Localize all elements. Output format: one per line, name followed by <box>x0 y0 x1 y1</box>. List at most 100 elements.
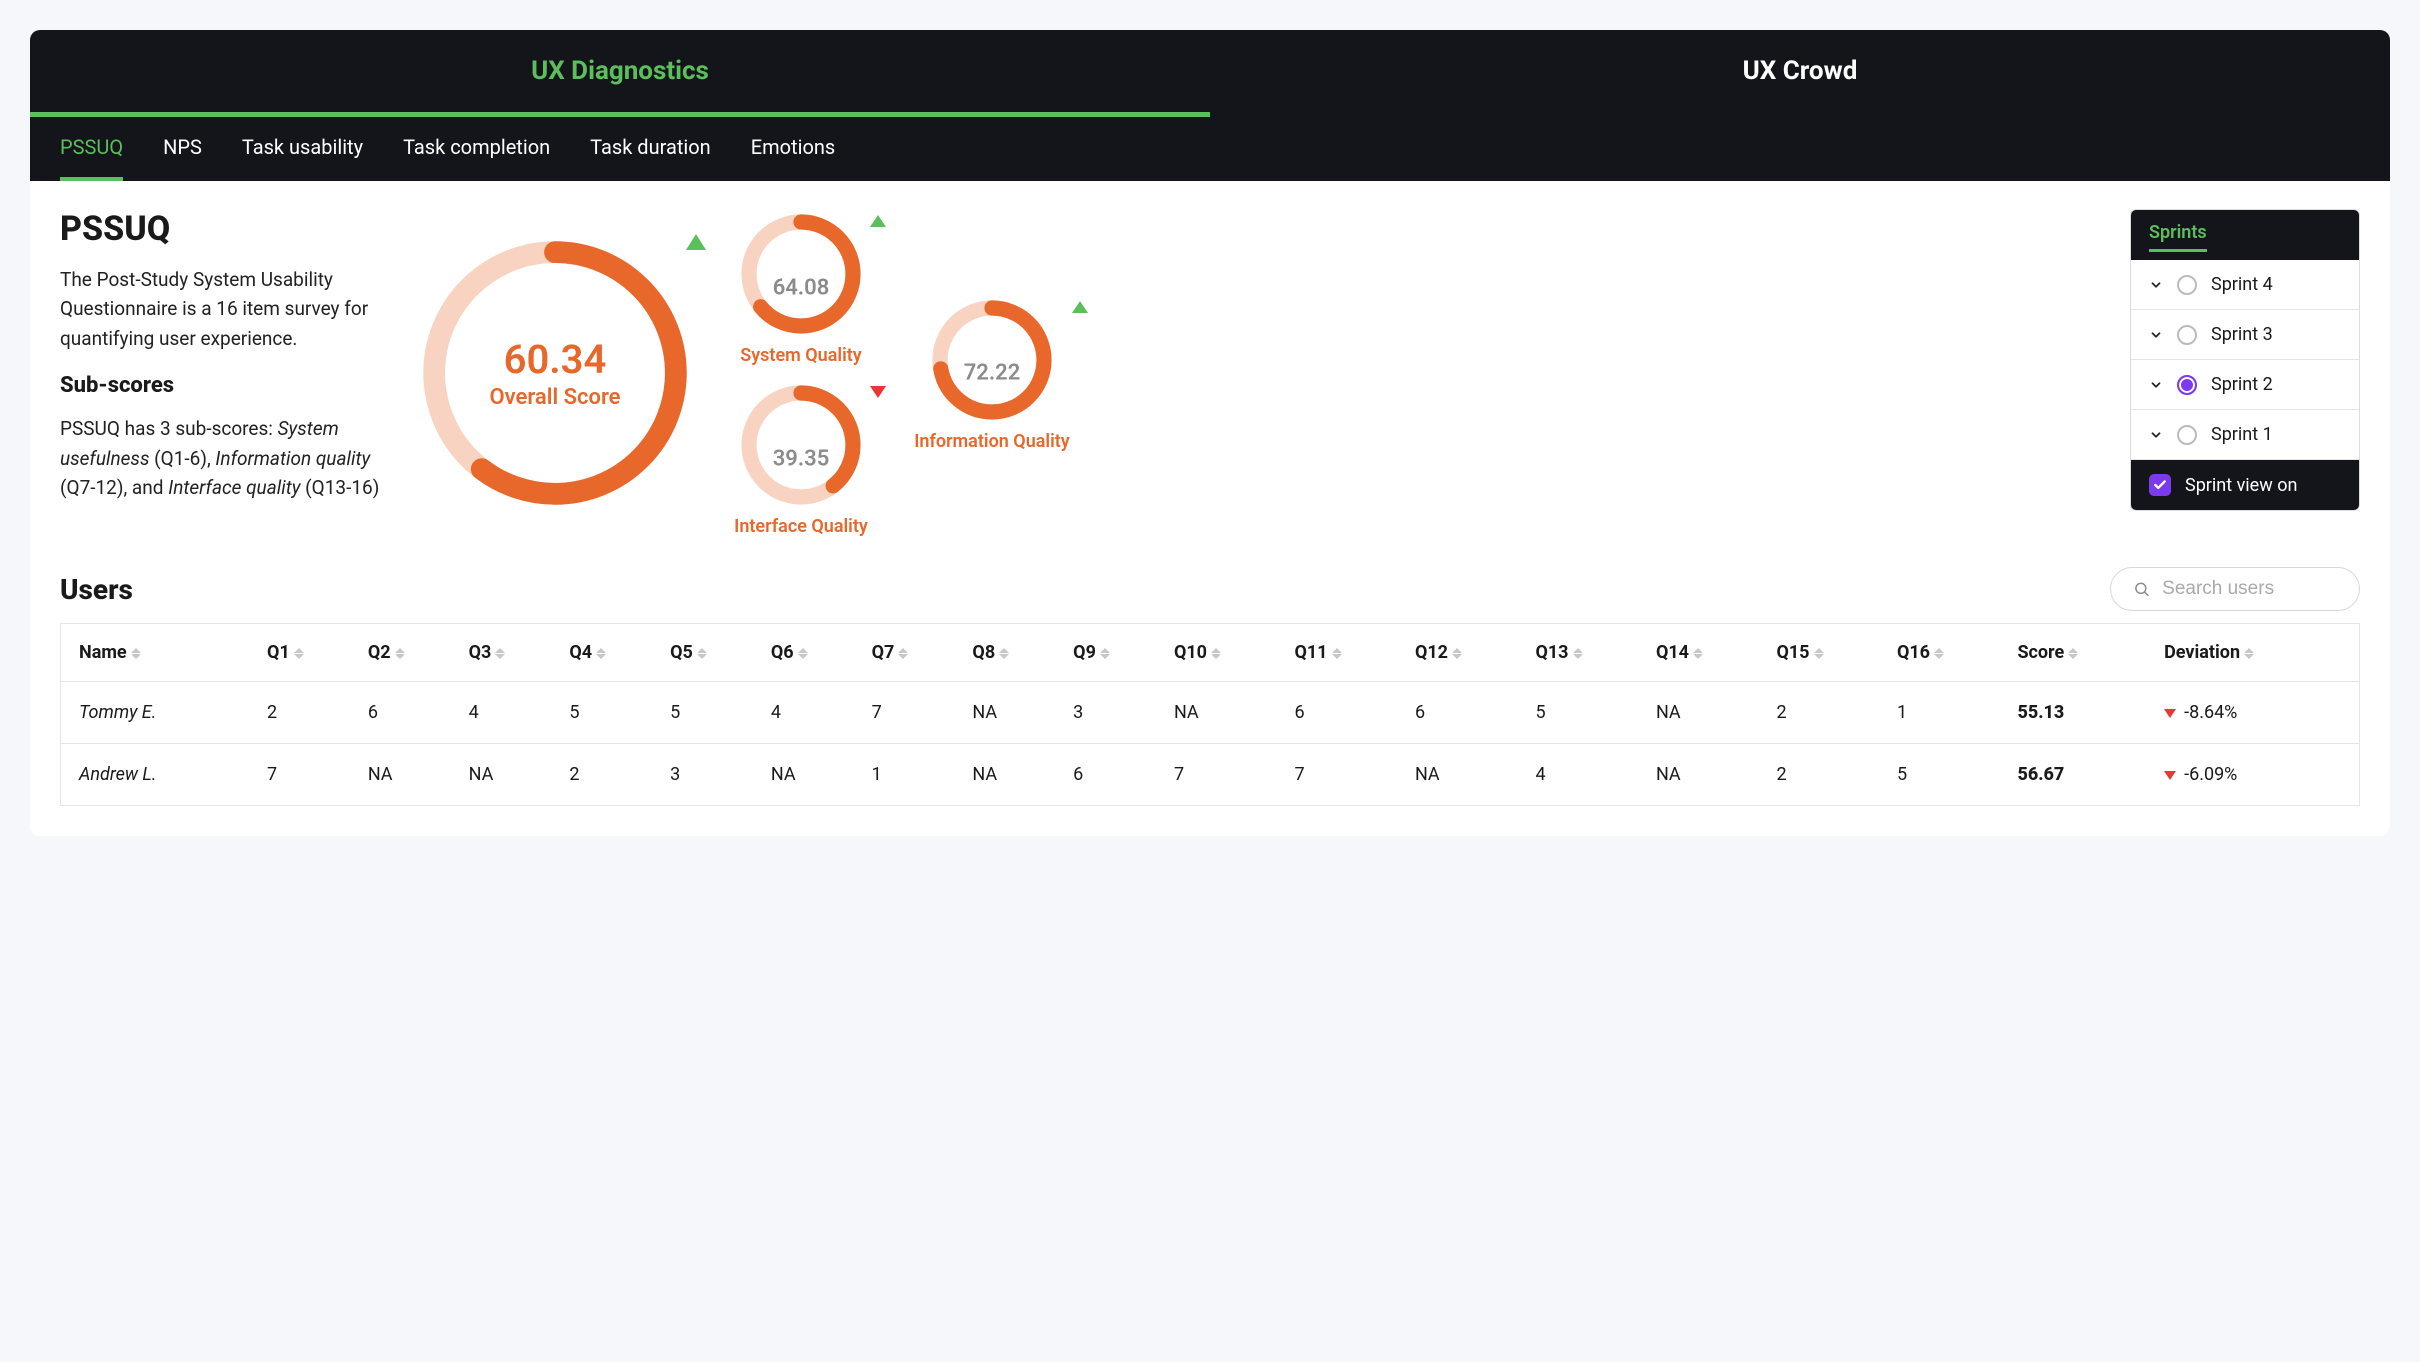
system-quality-value: 64.08 <box>773 275 830 300</box>
top-tab-ux-crowd[interactable]: UX Crowd <box>1210 30 2390 117</box>
sprints-panel: Sprints Sprint 4 Sprint 3 Sprint 2 Sprin… <box>2130 209 2360 511</box>
overall-score-donut: 60.34 Overall Score <box>410 228 700 518</box>
sprint-label: Sprint 1 <box>2211 424 2273 445</box>
sub-tab-task-duration[interactable]: Task duration <box>590 117 711 181</box>
sort-icon <box>2068 648 2078 659</box>
cell-q10: NA <box>1166 682 1287 744</box>
intro-text: The Post-Study System Usability Question… <box>60 265 380 353</box>
cell-deviation: -6.09% <box>2156 744 2359 806</box>
cell-q7: 7 <box>864 682 965 744</box>
column-header-q16[interactable]: Q16 <box>1889 624 2010 682</box>
info-panel: PSSUQ The Post-Study System Usability Qu… <box>60 209 380 537</box>
column-header-q9[interactable]: Q9 <box>1065 624 1166 682</box>
column-header-q14[interactable]: Q14 <box>1648 624 1769 682</box>
trend-up-icon <box>1072 301 1088 313</box>
sprint-label: Sprint 2 <box>2211 374 2273 395</box>
column-header-q15[interactable]: Q15 <box>1768 624 1889 682</box>
checkbox-checked-icon <box>2149 474 2171 496</box>
cell-q2: 6 <box>360 682 461 744</box>
interface-quality-donut: 39.35 Interface Quality <box>722 380 880 537</box>
column-header-q8[interactable]: Q8 <box>964 624 1065 682</box>
sub-tab-task-completion[interactable]: Task completion <box>403 117 550 181</box>
sort-icon <box>1100 648 1110 659</box>
column-header-deviation[interactable]: Deviation <box>2156 624 2359 682</box>
sort-icon <box>131 648 141 659</box>
chevron-down-icon <box>2149 278 2163 292</box>
column-header-q7[interactable]: Q7 <box>864 624 965 682</box>
column-header-q6[interactable]: Q6 <box>763 624 864 682</box>
information-quality-label: Information Quality <box>902 431 1082 452</box>
sub-tab-task-usability[interactable]: Task usability <box>242 117 363 181</box>
sub-tab-pssuq[interactable]: PSSUQ <box>60 117 123 181</box>
cell-q14: NA <box>1648 744 1769 806</box>
column-header-q1[interactable]: Q1 <box>259 624 360 682</box>
cell-q15: 2 <box>1768 682 1889 744</box>
column-header-q10[interactable]: Q10 <box>1166 624 1287 682</box>
sub-tab-emotions[interactable]: Emotions <box>751 117 836 181</box>
cell-q13: 4 <box>1527 744 1648 806</box>
sort-icon <box>1693 648 1703 659</box>
column-header-q2[interactable]: Q2 <box>360 624 461 682</box>
radio-icon <box>2177 425 2197 445</box>
column-header-q4[interactable]: Q4 <box>561 624 662 682</box>
cell-q14: NA <box>1648 682 1769 744</box>
sprint-label: Sprint 4 <box>2211 274 2273 295</box>
sort-icon <box>2244 648 2254 659</box>
top-tabs: UX DiagnosticsUX Crowd <box>30 30 2390 117</box>
subscores-heading: Sub-scores <box>60 373 380 398</box>
interface-quality-label: Interface Quality <box>722 516 880 537</box>
users-table: NameQ1Q2Q3Q4Q5Q6Q7Q8Q9Q10Q11Q12Q13Q14Q15… <box>60 623 2360 806</box>
cell-q16: 1 <box>1889 682 2010 744</box>
column-header-q11[interactable]: Q11 <box>1286 624 1407 682</box>
sort-icon <box>1211 648 1221 659</box>
users-heading: Users <box>60 573 133 606</box>
search-users[interactable] <box>2110 567 2360 611</box>
sort-icon <box>898 648 908 659</box>
overall-score-value: 60.34 <box>489 336 620 383</box>
sort-icon <box>1814 648 1824 659</box>
system-quality-donut: 64.08 System Quality <box>722 209 880 366</box>
sprint-item-sprint-2[interactable]: Sprint 2 <box>2131 360 2359 410</box>
cell-q6: 4 <box>763 682 864 744</box>
sprint-item-sprint-1[interactable]: Sprint 1 <box>2131 410 2359 460</box>
trend-down-icon <box>2164 709 2176 718</box>
cell-q16: 5 <box>1889 744 2010 806</box>
table-row: Andrew L.7NANA23NA1NA677NA4NA2556.67-6.0… <box>61 744 2360 806</box>
cell-q1: 2 <box>259 682 360 744</box>
sub-tab-nps[interactable]: NPS <box>163 117 202 181</box>
search-input[interactable] <box>2162 578 2337 600</box>
sort-icon <box>495 648 505 659</box>
column-header-q13[interactable]: Q13 <box>1527 624 1648 682</box>
chevron-down-icon <box>2149 428 2163 442</box>
top-tab-ux-diagnostics[interactable]: UX Diagnostics <box>30 30 1210 117</box>
cell-q8: NA <box>964 744 1065 806</box>
information-quality-donut: 72.22 Information Quality <box>902 295 1082 452</box>
sprint-item-sprint-3[interactable]: Sprint 3 <box>2131 310 2359 360</box>
cell-q15: 2 <box>1768 744 1889 806</box>
cell-q2: NA <box>360 744 461 806</box>
column-header-name[interactable]: Name <box>61 624 260 682</box>
sprint-view-label: Sprint view on <box>2185 475 2297 496</box>
cell-score: 55.13 <box>2009 682 2156 744</box>
cell-deviation: -8.64% <box>2156 682 2359 744</box>
cell-name: Andrew L. <box>61 744 260 806</box>
cell-q12: 6 <box>1407 682 1528 744</box>
column-header-q5[interactable]: Q5 <box>662 624 763 682</box>
column-header-score[interactable]: Score <box>2009 624 2156 682</box>
sprint-item-sprint-4[interactable]: Sprint 4 <box>2131 260 2359 310</box>
cell-q5: 5 <box>662 682 763 744</box>
cell-q13: 5 <box>1527 682 1648 744</box>
chevron-down-icon <box>2149 328 2163 342</box>
trend-down-icon <box>2164 771 2176 780</box>
chevron-down-icon <box>2149 378 2163 392</box>
cell-q11: 6 <box>1286 682 1407 744</box>
sprint-view-toggle[interactable]: Sprint view on <box>2131 460 2359 510</box>
column-header-q12[interactable]: Q12 <box>1407 624 1528 682</box>
cell-q6: NA <box>763 744 864 806</box>
cell-q3: 4 <box>461 682 562 744</box>
column-header-q3[interactable]: Q3 <box>461 624 562 682</box>
cell-q8: NA <box>964 682 1065 744</box>
radio-icon <box>2177 375 2197 395</box>
cell-q9: 3 <box>1065 682 1166 744</box>
trend-up-icon <box>686 234 706 250</box>
